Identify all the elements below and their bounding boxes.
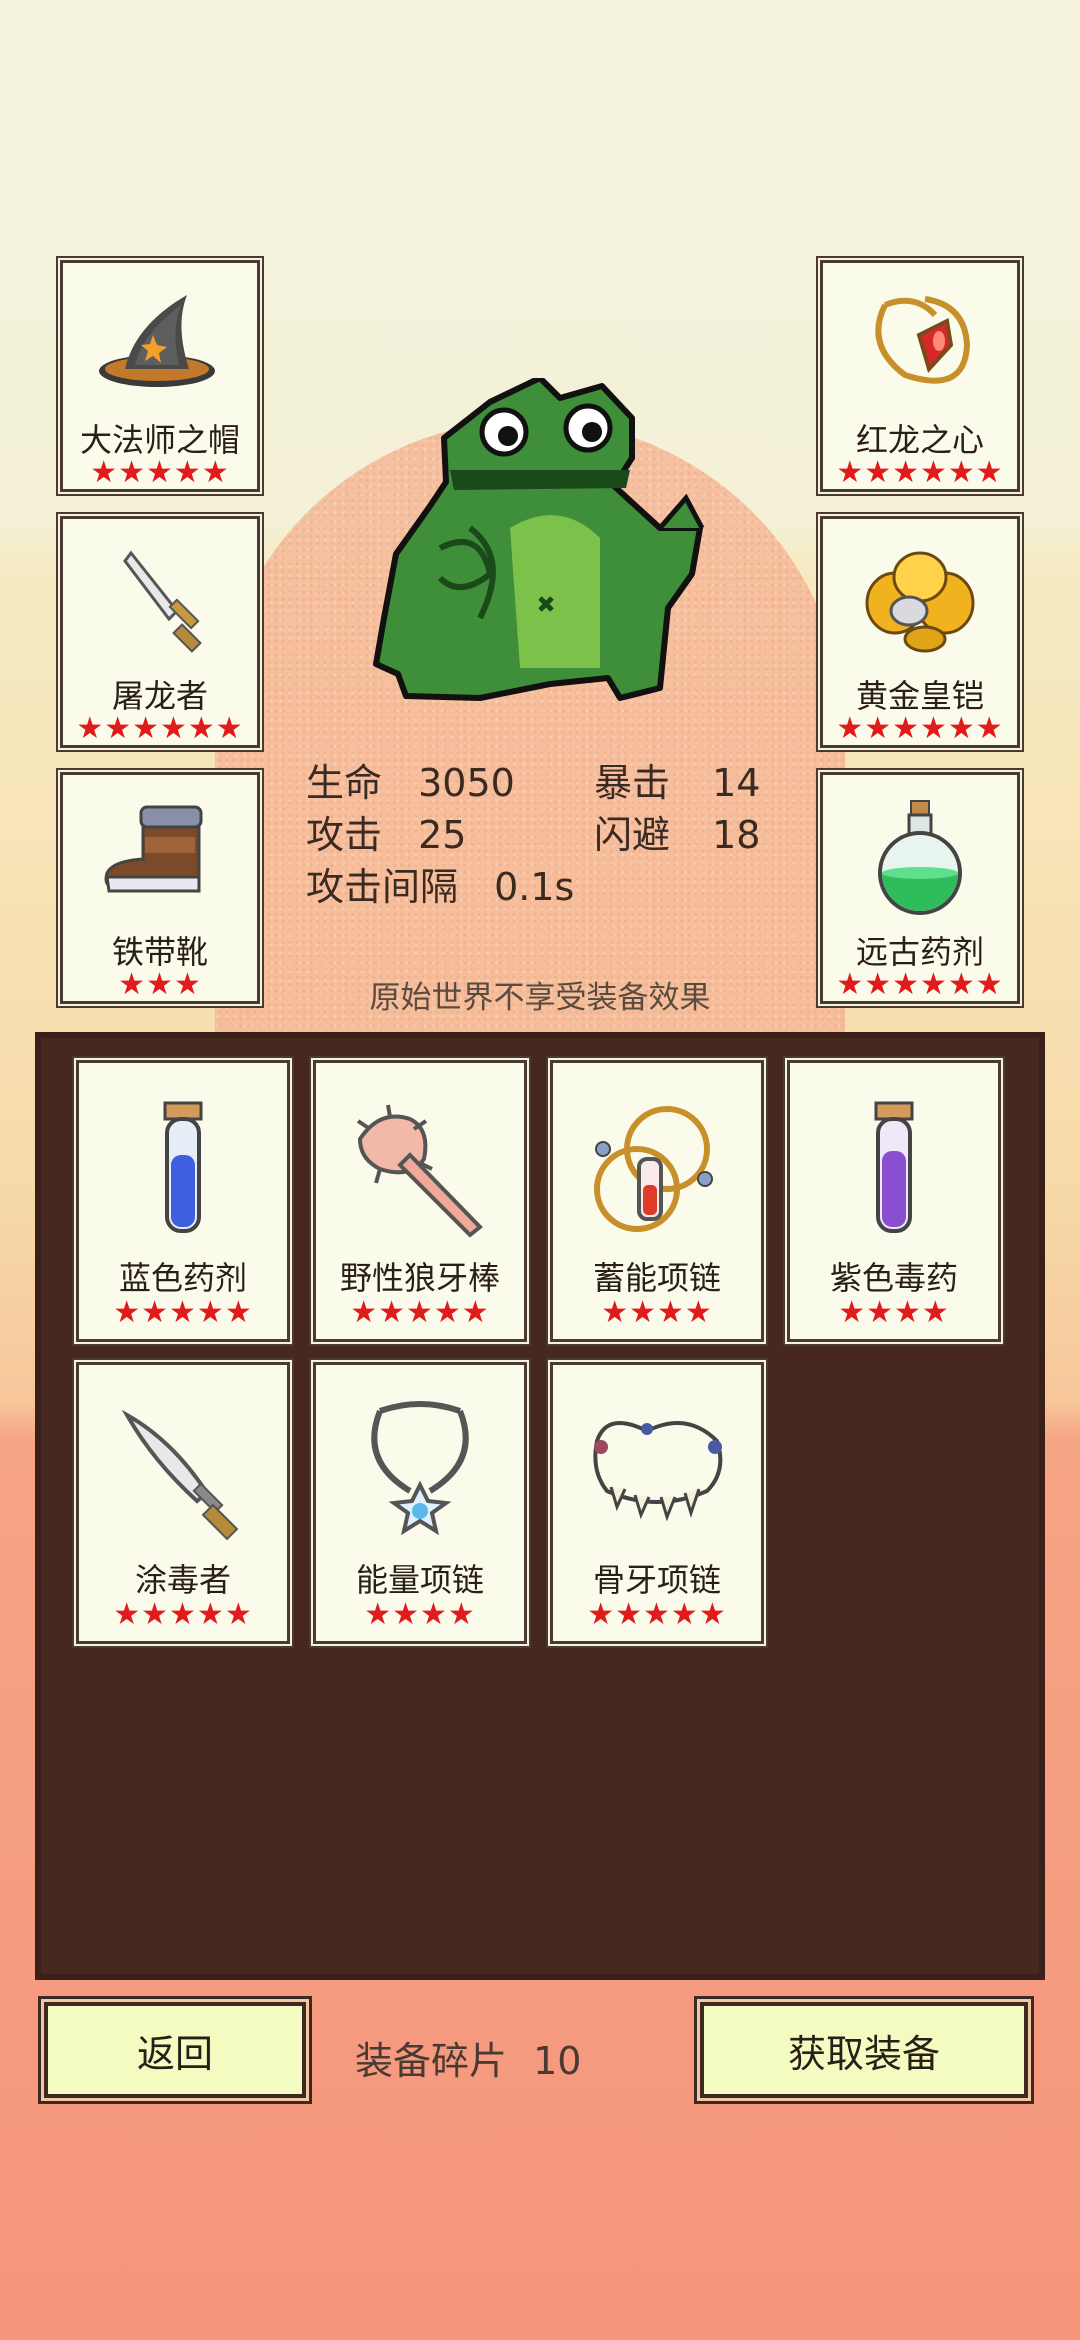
equip-slot-potion[interactable]: 远古药剂 ★★★★★★ <box>820 772 1020 1004</box>
item-name: 野性狼牙棒 <box>339 1259 500 1297</box>
rarity-stars: ★★★★ <box>364 1597 476 1632</box>
dodge-value: 18 <box>712 813 761 857</box>
crit-value: 14 <box>712 761 761 805</box>
rarity-stars: ★★★★★★ <box>836 711 1004 746</box>
inventory-item[interactable]: 蓄能项链 ★★★★ <box>550 1060 764 1342</box>
rarity-stars: ★★★★★ <box>587 1597 727 1632</box>
equip-slot-hat[interactable]: 大法师之帽 ★★★★★ <box>60 260 260 492</box>
rarity-stars: ★★★★★ <box>90 455 230 490</box>
item-name: 蓝色药剂 <box>118 1259 247 1297</box>
frog-character <box>373 378 705 701</box>
interval-value: 0.1s <box>494 865 575 909</box>
equip-effect-note: 原始世界不享受装备效果 <box>369 980 711 1016</box>
inventory-item[interactable]: 蓝色药剂 ★★★★★ <box>76 1060 290 1342</box>
atk-label: 攻击 <box>306 813 383 857</box>
boot-icon <box>104 805 203 893</box>
equip-slot-weapon[interactable]: 屠龙者 ★★★★★★ <box>60 516 260 748</box>
rarity-stars: ★★★★★ <box>113 1597 253 1632</box>
inventory-item[interactable]: 野性狼牙棒 ★★★★★ <box>313 1060 527 1342</box>
item-name: 涂毒者 <box>134 1561 231 1599</box>
bone-necklace-icon <box>593 1421 723 1522</box>
rarity-stars: ★★★★★ <box>113 1295 253 1330</box>
rarity-stars: ★★★★★★ <box>836 455 1004 490</box>
green-potion-icon <box>878 800 962 915</box>
shards-value: 10 <box>533 2039 582 2083</box>
blue-vial-icon <box>163 1101 203 1233</box>
equipment-shards-counter: 装备碎片 10 <box>355 2030 581 2085</box>
rarity-stars: ★★★★ <box>838 1295 950 1330</box>
charge-necklace-icon <box>594 1106 713 1232</box>
spiked-club-icon <box>356 1104 483 1238</box>
purple-vial-icon <box>874 1101 914 1233</box>
back-button-label: 返回 <box>136 2031 213 2076</box>
inventory-item[interactable]: 能量项链 ★★★★ <box>313 1362 527 1644</box>
inventory-item[interactable]: 骨牙项链 ★★★★★ <box>550 1362 764 1644</box>
item-name: 蓄能项链 <box>592 1259 721 1297</box>
item-name: 紫色毒药 <box>829 1259 958 1297</box>
rarity-stars: ★★★★ <box>601 1295 713 1330</box>
dodge-label: 闪避 <box>594 813 671 857</box>
equip-slot-boots[interactable]: 铁带靴 ★★★ <box>60 772 260 1004</box>
poison-blade-icon <box>121 1409 239 1541</box>
item-name: 能量项链 <box>355 1561 484 1599</box>
wizard-hat-icon <box>99 295 215 387</box>
inventory-item[interactable]: 涂毒者 ★★★★★ <box>76 1362 290 1644</box>
rarity-stars: ★★★★★★ <box>76 711 244 746</box>
equip-slot-armor[interactable]: 黄金皇铠 ★★★★★★ <box>820 516 1020 748</box>
item-name: 骨牙项链 <box>592 1561 721 1599</box>
energy-necklace-icon <box>371 1401 469 1536</box>
back-button[interactable]: 返回 <box>44 2002 306 2098</box>
shards-label: 装备碎片 <box>355 2039 508 2083</box>
crit-label: 暴击 <box>594 761 671 805</box>
gold-armor-icon <box>865 551 975 653</box>
atk-value: 25 <box>418 813 467 857</box>
ruby-amulet-icon <box>875 296 971 384</box>
interval-label: 攻击间隔 <box>306 865 459 909</box>
equip-slot-amulet[interactable]: 红龙之心 ★★★★★★ <box>820 260 1020 492</box>
hp-label: 生命 <box>306 761 383 805</box>
rarity-stars: ★★★★★ <box>350 1295 490 1330</box>
inventory-item[interactable]: 紫色毒药 ★★★★ <box>787 1060 1001 1342</box>
get-equipment-label: 获取装备 <box>787 2031 940 2076</box>
get-equipment-button[interactable]: 获取装备 <box>700 2002 1028 2098</box>
dagger-icon <box>123 550 202 653</box>
hp-value: 3050 <box>418 761 515 805</box>
